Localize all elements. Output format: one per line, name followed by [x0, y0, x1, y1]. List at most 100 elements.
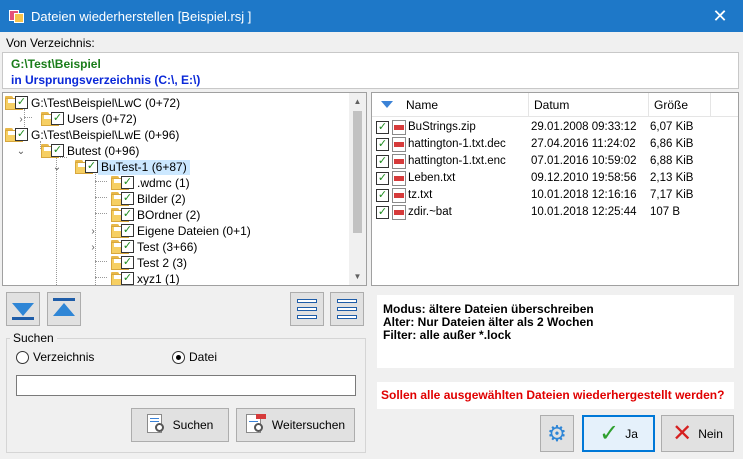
cross-icon: ✕	[672, 419, 693, 447]
file-icon	[392, 205, 406, 220]
search-next-icon	[245, 414, 266, 436]
tree-checkbox[interactable]: ✓	[15, 127, 28, 141]
settings-button[interactable]: ⚙	[540, 415, 574, 452]
search-icon	[146, 414, 167, 436]
scroll-thumb[interactable]	[353, 111, 362, 233]
tree-node-label: Test 2 (3)	[137, 255, 188, 270]
yes-button-label: Ja	[625, 426, 638, 441]
collapse-all-button[interactable]	[47, 292, 81, 326]
radio-directory[interactable]: Verzeichnis	[16, 350, 94, 364]
tree-checkbox[interactable]: ✓	[85, 159, 98, 173]
file-size: 7,17 KiB	[650, 189, 694, 201]
tree-checkbox[interactable]: ✓	[51, 143, 64, 157]
tree-node[interactable]: ✓ G:\Test\Beispiel\LwC (0+72)	[5, 95, 183, 111]
file-checkbox[interactable]: ✓	[376, 138, 389, 151]
tree-node-label: Eigene Dateien (0+1)	[137, 223, 251, 238]
collapse-icon[interactable]: ⌄	[51, 162, 63, 173]
file-checkbox[interactable]: ✓	[376, 155, 389, 168]
list-icon	[297, 298, 317, 320]
file-checkbox[interactable]: ✓	[376, 206, 389, 219]
radio-file[interactable]: Datei	[172, 350, 217, 364]
no-button[interactable]: ✕ Nein	[661, 415, 734, 452]
info-filter: Filter: alle außer *.lock	[383, 328, 512, 342]
tree-node[interactable]: ⌄ ✓ Butest (0+96)	[15, 143, 142, 159]
tree-node-label: BuTest-1 (6+87)	[98, 159, 190, 175]
file-name: Leben.txt	[408, 172, 456, 184]
tree-node[interactable]: › ✓ Test (3+66)	[87, 239, 200, 255]
file-row[interactable]: ✓ Leben.txt 09.12.2010 19:58:56 2,13 KiB	[372, 170, 738, 187]
column-date[interactable]: Datum	[534, 98, 569, 112]
file-checkbox[interactable]: ✓	[376, 121, 389, 134]
tree-node-selected[interactable]: ⌄ ✓ BuTest-1 (6+87)	[51, 159, 190, 175]
column-name[interactable]: Name	[406, 98, 438, 112]
tree-node-label: Butest (0+96)	[67, 143, 140, 158]
search-input[interactable]	[16, 375, 356, 396]
expand-icon[interactable]: ›	[15, 114, 27, 125]
tree-scrollbar[interactable]: ▲ ▼	[349, 93, 366, 285]
tree-checkbox[interactable]: ✓	[121, 271, 134, 285]
file-checkbox[interactable]: ✓	[376, 189, 389, 202]
origin-path: in Ursprungsverzeichnis (C:\, E:\)	[11, 73, 201, 87]
file-checkbox[interactable]: ✓	[376, 172, 389, 185]
sort-arrow-icon[interactable]	[381, 101, 393, 108]
tree-node[interactable]: ✓ G:\Test\Beispiel\LwE (0+96)	[5, 127, 182, 143]
tree-checkbox[interactable]: ✓	[121, 223, 134, 237]
scroll-down-icon[interactable]: ▼	[349, 268, 366, 285]
arrow-up-icon	[53, 302, 75, 316]
tree-node[interactable]: ✓ Test 2 (3)	[111, 255, 190, 271]
search-next-button-label: Weitersuchen	[271, 418, 346, 432]
search-next-button[interactable]: Weitersuchen	[236, 408, 355, 442]
list-view-button[interactable]	[290, 292, 324, 326]
tree-node[interactable]: ✓ .wdmc (1)	[111, 175, 193, 191]
tree-checkbox[interactable]: ✓	[15, 95, 28, 109]
tree-node[interactable]: › ✓ Users (0+72)	[15, 111, 140, 127]
folder-tree[interactable]: ✓ G:\Test\Beispiel\LwC (0+72) › ✓ Users …	[2, 92, 367, 286]
radio-file-dot[interactable]	[172, 350, 185, 364]
tree-checkbox[interactable]: ✓	[121, 175, 134, 189]
file-row[interactable]: ✓ hattington-1.txt.enc 07.01.2016 10:59:…	[372, 153, 738, 170]
file-size: 2,13 KiB	[650, 172, 694, 184]
file-row[interactable]: ✓ BuStrings.zip 29.01.2008 09:33:12 6,07…	[372, 119, 738, 136]
tree-checkbox[interactable]: ✓	[121, 239, 134, 253]
close-button[interactable]: ✕	[697, 0, 743, 32]
yes-button[interactable]: ✓ Ja	[582, 415, 655, 452]
checklist-button[interactable]	[330, 292, 364, 326]
file-size: 107 B	[650, 206, 681, 218]
tree-checkbox[interactable]: ✓	[51, 111, 64, 125]
column-size[interactable]: Größe	[654, 98, 688, 112]
file-name: tz.txt	[408, 189, 433, 201]
search-group-title: Suchen	[10, 331, 57, 345]
file-icon	[392, 171, 406, 186]
tree-node[interactable]: ✓ Bilder (2)	[111, 191, 189, 207]
radio-directory-label: Verzeichnis	[33, 350, 95, 364]
tree-checkbox[interactable]: ✓	[121, 207, 134, 221]
gear-icon: ⚙	[547, 420, 567, 446]
scroll-up-icon[interactable]: ▲	[349, 93, 366, 110]
file-name: hattington-1.txt.dec	[408, 138, 506, 150]
file-row[interactable]: ✓ zdir.~bat 10.01.2018 12:25:44 107 B	[372, 204, 738, 221]
checklist-icon	[337, 298, 357, 320]
search-button[interactable]: Suchen	[131, 408, 229, 442]
file-list[interactable]: Name Datum Größe ✓ BuStrings.zip 29.01.2…	[371, 92, 739, 286]
file-date: 09.12.2010 19:58:56	[531, 172, 637, 184]
file-date: 10.01.2018 12:16:16	[531, 189, 637, 201]
tree-node-label: Test (3+66)	[137, 239, 198, 254]
restore-info-box: Modus: ältere Dateien überschreiben Alte…	[377, 295, 734, 368]
radio-directory-dot[interactable]	[16, 350, 29, 364]
tree-node[interactable]: ✓ xyz1 (1)	[111, 271, 183, 286]
tree-node[interactable]: ✓ BOrdner (2)	[111, 207, 203, 223]
expand-icon[interactable]: ›	[87, 226, 99, 237]
tree-checkbox[interactable]: ✓	[121, 191, 134, 205]
checkmark-icon: ✓	[599, 419, 620, 447]
file-list-header: Name Datum Größe	[372, 93, 738, 117]
expand-all-button[interactable]	[6, 292, 40, 326]
tree-node[interactable]: › ✓ Eigene Dateien (0+1)	[87, 223, 254, 239]
expand-icon[interactable]: ›	[87, 242, 99, 253]
collapse-icon[interactable]: ⌄	[15, 146, 27, 157]
file-row[interactable]: ✓ hattington-1.txt.dec 27.04.2016 11:24:…	[372, 136, 738, 153]
file-row[interactable]: ✓ tz.txt 10.01.2018 12:16:16 7,17 KiB	[372, 187, 738, 204]
tree-checkbox[interactable]: ✓	[121, 255, 134, 269]
tree-node-label: xyz1 (1)	[137, 271, 180, 286]
file-size: 6,88 KiB	[650, 155, 694, 167]
file-date: 29.01.2008 09:33:12	[531, 121, 637, 133]
